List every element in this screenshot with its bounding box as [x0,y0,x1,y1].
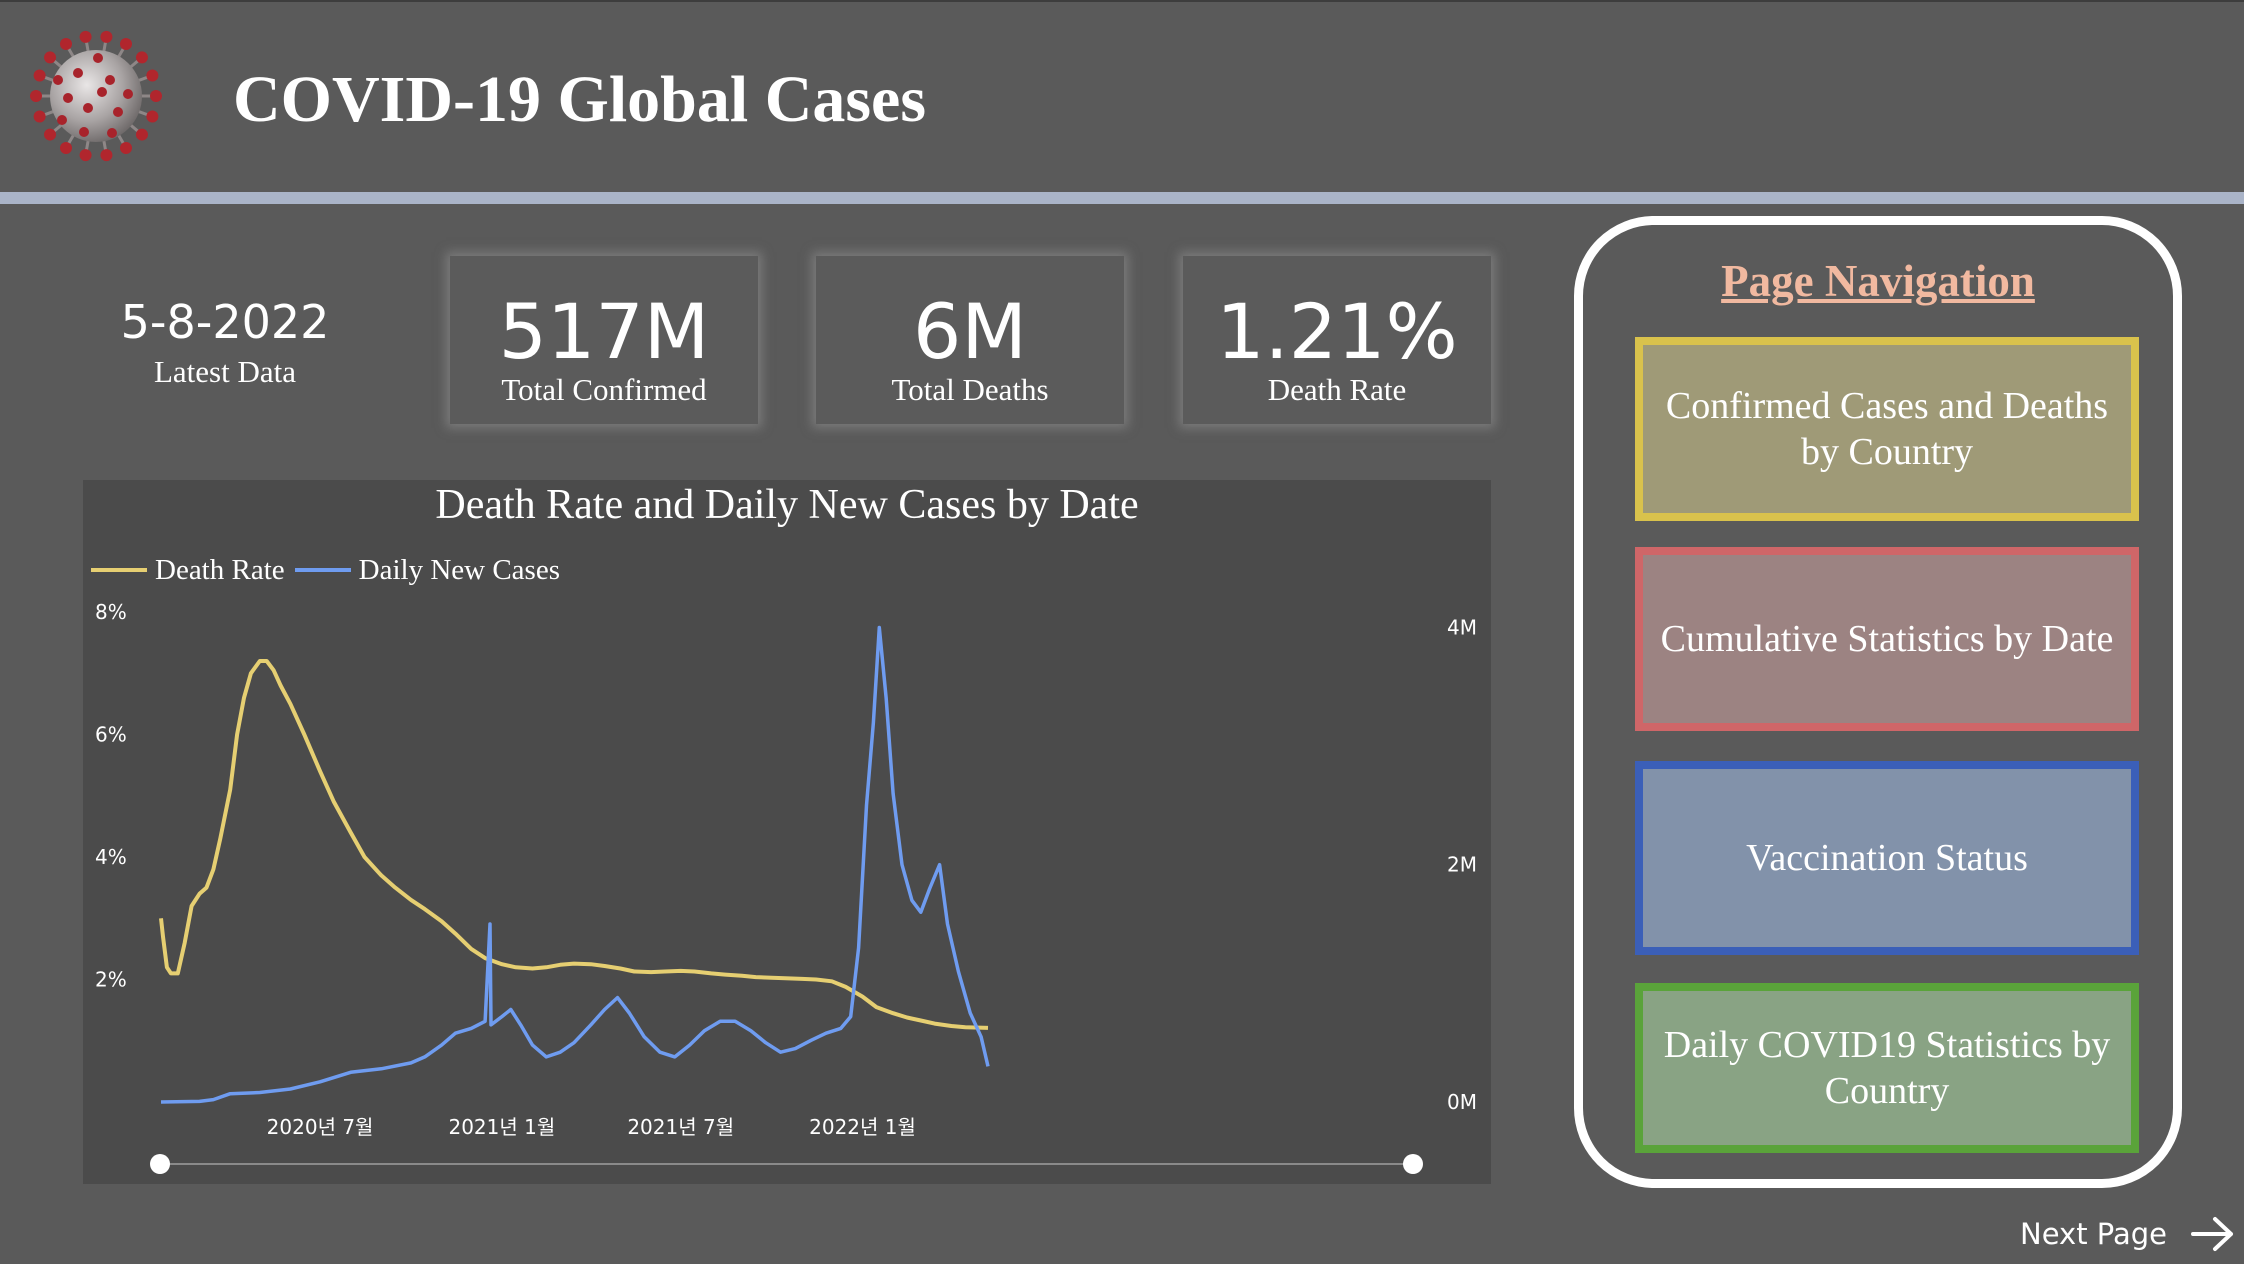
kpi-value: 517M [498,287,710,376]
x-tick-label: 2021년 1월 [448,1115,555,1139]
kpi-death-rate: 1.21% Death Rate [1183,256,1491,424]
y-right-tick-label: 2M [1447,853,1477,877]
page-navigation-panel: Page Navigation Confirmed Cases and Deat… [1574,216,2182,1188]
kpi-label: Total Confirmed [501,372,707,407]
kpi-label: Total Deaths [891,372,1049,407]
x-tick-label: 2020년 7월 [267,1115,374,1139]
latest-date-value: 5-8-2022 [120,295,330,349]
y-left-tick-label: 2% [95,968,127,992]
y-right-tick-label: 0M [1447,1090,1477,1114]
y-right-tick-label: 4M [1447,615,1477,639]
series-line-daily-new-cases [160,625,990,1104]
arrow-right-icon [2190,1217,2233,1251]
header: COVID-19 Global Cases [0,0,2244,192]
latest-data-card: 5-8-2022 Latest Data [80,292,370,392]
kpi-value: 6M [913,287,1027,376]
kpi-total-confirmed: 517M Total Confirmed [450,256,758,424]
next-page-label: Next Page [2020,1217,2167,1251]
y-left-tick-label: 8% [95,600,127,624]
next-page-link[interactable]: Next Page [2020,1214,2237,1254]
chart-plot-area: 2% 4% 6% 8% 0M 2M 4M 2020년 7월 2021년 1월 2021년 7월 20… [95,600,1477,1174]
kpi-total-deaths: 6M Total Deaths [816,256,1124,424]
coronavirus-icon [30,30,162,162]
nav-button-cumulative-statistics-by-date[interactable]: Cumulative Statistics by Date [1635,547,2139,731]
nav-button-vaccination-status[interactable]: Vaccination Status [1635,761,2139,955]
y-left-tick-label: 6% [95,723,127,747]
latest-date-label: Latest Data [153,354,296,389]
x-tick-label: 2022년 1월 [809,1115,916,1139]
y-left-tick-label: 4% [95,845,127,869]
x-tick-label: 2021년 7월 [627,1115,734,1139]
date-range-slider-start-handle[interactable] [150,1154,170,1174]
nav-button-daily-covid19-statistics-by-country[interactable]: Daily COVID19 Statistics by Country [1635,983,2139,1153]
header-divider [0,192,2244,204]
kpi-label: Death Rate [1267,372,1407,407]
navigation-title: Page Navigation [1721,256,2035,306]
kpi-value: 1.21% [1216,287,1458,376]
nav-button-confirmed-cases-deaths-by-country[interactable]: Confirmed Cases and Deaths by Country [1635,337,2139,521]
page-title: COVID-19 Global Cases [233,63,927,136]
death-rate-cases-chart[interactable]: Death Rate and Daily New Cases by Date D… [83,480,1491,1184]
date-range-slider-end-handle[interactable] [1403,1154,1423,1174]
